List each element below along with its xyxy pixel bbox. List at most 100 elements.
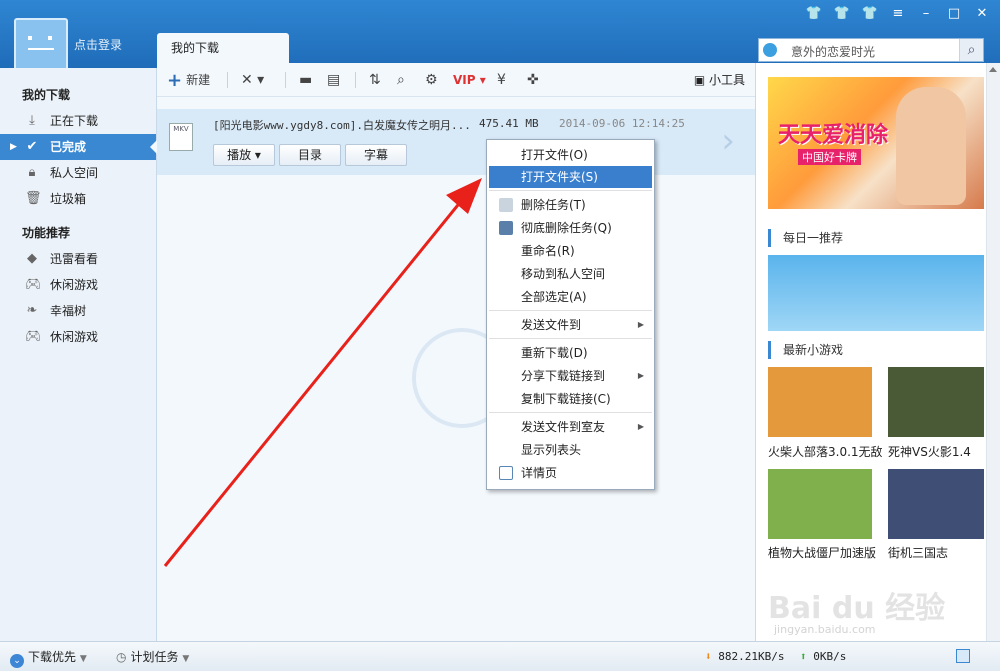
scrollbar[interactable]: [986, 63, 1000, 641]
baidu-watermark-url: jingyan.baidu.com: [774, 623, 876, 636]
menu-redownload[interactable]: 重新下载(D): [489, 342, 652, 364]
game-title-2[interactable]: 死神VS火影1.4: [888, 443, 971, 460]
menu-select-all[interactable]: 全部选定(A): [489, 286, 652, 308]
menu-separator: [489, 412, 652, 413]
scroll-up-icon[interactable]: [989, 67, 997, 72]
priority-dropdown[interactable]: ⌄ 下载优先 ▼: [10, 649, 87, 668]
game-thumb-1[interactable]: [768, 367, 872, 437]
search-box[interactable]: 意外的恋爱时光 ⌕: [758, 38, 984, 62]
status-bar: ⌄ 下载优先 ▼ ◷ 计划任务 ▼ ⬇ 882.21KB/s ⬆ 0KB/s: [0, 641, 1000, 671]
panel-toggle-icon[interactable]: [956, 649, 970, 663]
download-icon: ⤓: [29, 113, 35, 128]
sidebar-item-label: 私人空间: [50, 166, 99, 180]
play-label: 播放: [227, 148, 252, 162]
menu-open-file[interactable]: 打开文件(O): [489, 144, 652, 166]
menu-details[interactable]: 详情页: [489, 462, 652, 484]
search-task-icon[interactable]: ⌕: [397, 70, 405, 90]
menu-show-header[interactable]: 显示列表头: [489, 439, 652, 461]
menu-move-private[interactable]: 移动到私人空间: [489, 263, 652, 285]
title-bar: 点击登录 我的下载 👕 👕 👕 ≡ – □ ✕ 意外的恋爱时光 ⌕: [0, 0, 1000, 72]
sidebar-item-label: 垃圾箱: [50, 192, 87, 206]
main-panel: + 新建 ✕ ▾ ▬ ▤ ⇅ ⌕ ⚙ VIP ▾ ¥ ✜ ▣ 小工具 MKV [阳…: [157, 63, 755, 641]
gamepad-toolbar-icon[interactable]: ✜: [527, 70, 539, 90]
subtitle-button[interactable]: 字幕: [345, 144, 407, 166]
game-title-4[interactable]: 街机三国志: [888, 544, 948, 561]
trash-icon: 🗑︎: [25, 191, 42, 206]
game-thumb-2[interactable]: [888, 367, 984, 437]
menu-send-roommate[interactable]: 发送文件到室友 ▶: [489, 416, 652, 438]
menu-send-file-to[interactable]: 发送文件到 ▶: [489, 314, 652, 336]
login-link[interactable]: 点击登录: [74, 36, 122, 53]
minimize-icon[interactable]: –: [914, 4, 938, 24]
tab-my-downloads[interactable]: 我的下载: [157, 33, 289, 63]
shredder-icon: [499, 221, 513, 235]
search-icon[interactable]: ⌕: [959, 39, 983, 61]
game-thumb-4[interactable]: [888, 469, 984, 539]
folder-icon[interactable]: ▬: [299, 70, 312, 90]
check-icon: ✔: [26, 139, 38, 154]
sidebar-item-downloading[interactable]: ⤓ 正在下载: [0, 108, 156, 134]
maximize-icon[interactable]: □: [942, 4, 966, 24]
menu-copy-link[interactable]: 复制下载链接(C): [489, 388, 652, 410]
menu-delete-task[interactable]: 删除任务(T): [489, 194, 652, 216]
skin-icon[interactable]: 👕: [802, 4, 826, 24]
menu-rename[interactable]: 重命名(R): [489, 240, 652, 262]
sidebar-item-label: 已完成: [50, 140, 87, 154]
new-task-button[interactable]: + 新建: [167, 70, 211, 91]
sidebar-item-private[interactable]: 🔒︎ 私人空间: [0, 160, 156, 186]
sidebar-item-happy-tree[interactable]: ❧ 幸福树: [0, 298, 156, 324]
menu-label: 发送文件到: [521, 318, 582, 332]
menu-open-folder[interactable]: 打开文件夹(S): [489, 166, 652, 188]
menu-delete-permanently[interactable]: 彻底删除任务(Q): [489, 217, 652, 239]
ad-banner[interactable]: 天天爱消除 中国好卡牌: [768, 77, 984, 209]
mini-tools-button[interactable]: ▣ 小工具: [694, 70, 745, 90]
menu-icon[interactable]: ≡: [886, 4, 910, 24]
menu-label: 详情页: [521, 466, 558, 480]
task-row[interactable]: MKV [阳光电影www.ygdy8.com].白发魔女传之明月... 475.…: [157, 109, 755, 175]
tools-label: 小工具: [708, 73, 745, 87]
divider: [227, 72, 228, 88]
chevron-down-icon: ▼: [182, 654, 190, 664]
avatar[interactable]: [14, 18, 68, 72]
skin-icon-3[interactable]: 👕: [858, 4, 882, 24]
new-label: 新建: [186, 73, 211, 87]
daily-image[interactable]: [768, 255, 984, 331]
sidebar-item-trash[interactable]: 🗑︎ 垃圾箱: [0, 186, 156, 212]
game-title-3[interactable]: 植物大战僵尸加速版: [768, 544, 876, 561]
schedule-label: 计划任务: [130, 650, 179, 664]
file-type-icon: MKV: [169, 123, 193, 151]
menu-label: 发送文件到室友: [521, 420, 606, 434]
menu-share-link[interactable]: 分享下载链接到 ▶: [489, 365, 652, 387]
delete-icon: [499, 198, 513, 212]
section-my-downloads: 我的下载: [22, 88, 71, 102]
sidebar-item-games-2[interactable]: 🎮︎ 休闲游戏: [0, 324, 156, 350]
priority-icon: ⌄: [10, 654, 24, 668]
sidebar-item-label: 正在下载: [50, 114, 99, 128]
yen-icon[interactable]: ¥: [497, 70, 506, 90]
sidebar-item-label: 休闲游戏: [50, 278, 99, 292]
section-recommend: 功能推荐: [22, 226, 71, 240]
vip-icon[interactable]: VIP ▾: [453, 70, 486, 90]
search-input[interactable]: 意外的恋爱时光: [791, 43, 875, 60]
settings-icon[interactable]: ⚙: [425, 70, 438, 90]
submenu-arrow-icon: ▶: [637, 371, 644, 380]
directory-button[interactable]: 目录: [279, 144, 341, 166]
sort-icon[interactable]: ⇅: [369, 70, 381, 90]
upload-speed: ⬆ 0KB/s: [800, 649, 846, 665]
expand-arrow-icon: ▶: [10, 142, 17, 152]
chevron-right-icon[interactable]: ›: [721, 121, 735, 161]
document-icon[interactable]: ▤: [327, 70, 340, 90]
sidebar-item-xunlei-kankan[interactable]: ◆ 迅雷看看: [0, 246, 156, 272]
down-arrow-icon: ⬇: [705, 650, 712, 663]
skin-icon-2[interactable]: 👕: [830, 4, 854, 24]
play-button[interactable]: 播放 ▾: [213, 144, 275, 166]
sidebar-item-completed[interactable]: ▶ ✔ 已完成: [0, 134, 157, 160]
close-icon[interactable]: ✕: [970, 4, 994, 24]
game-thumb-3[interactable]: [768, 469, 872, 539]
schedule-dropdown[interactable]: ◷ 计划任务 ▼: [116, 649, 189, 667]
task-time: 2014-09-06 12:14:25: [559, 117, 685, 130]
upload-speed-value: 0KB/s: [813, 650, 847, 663]
sidebar-item-games[interactable]: 🎮︎ 休闲游戏: [0, 272, 156, 298]
delete-icon[interactable]: ✕ ▾: [241, 70, 264, 90]
game-title-1[interactable]: 火柴人部落3.0.1无敌: [768, 443, 883, 460]
